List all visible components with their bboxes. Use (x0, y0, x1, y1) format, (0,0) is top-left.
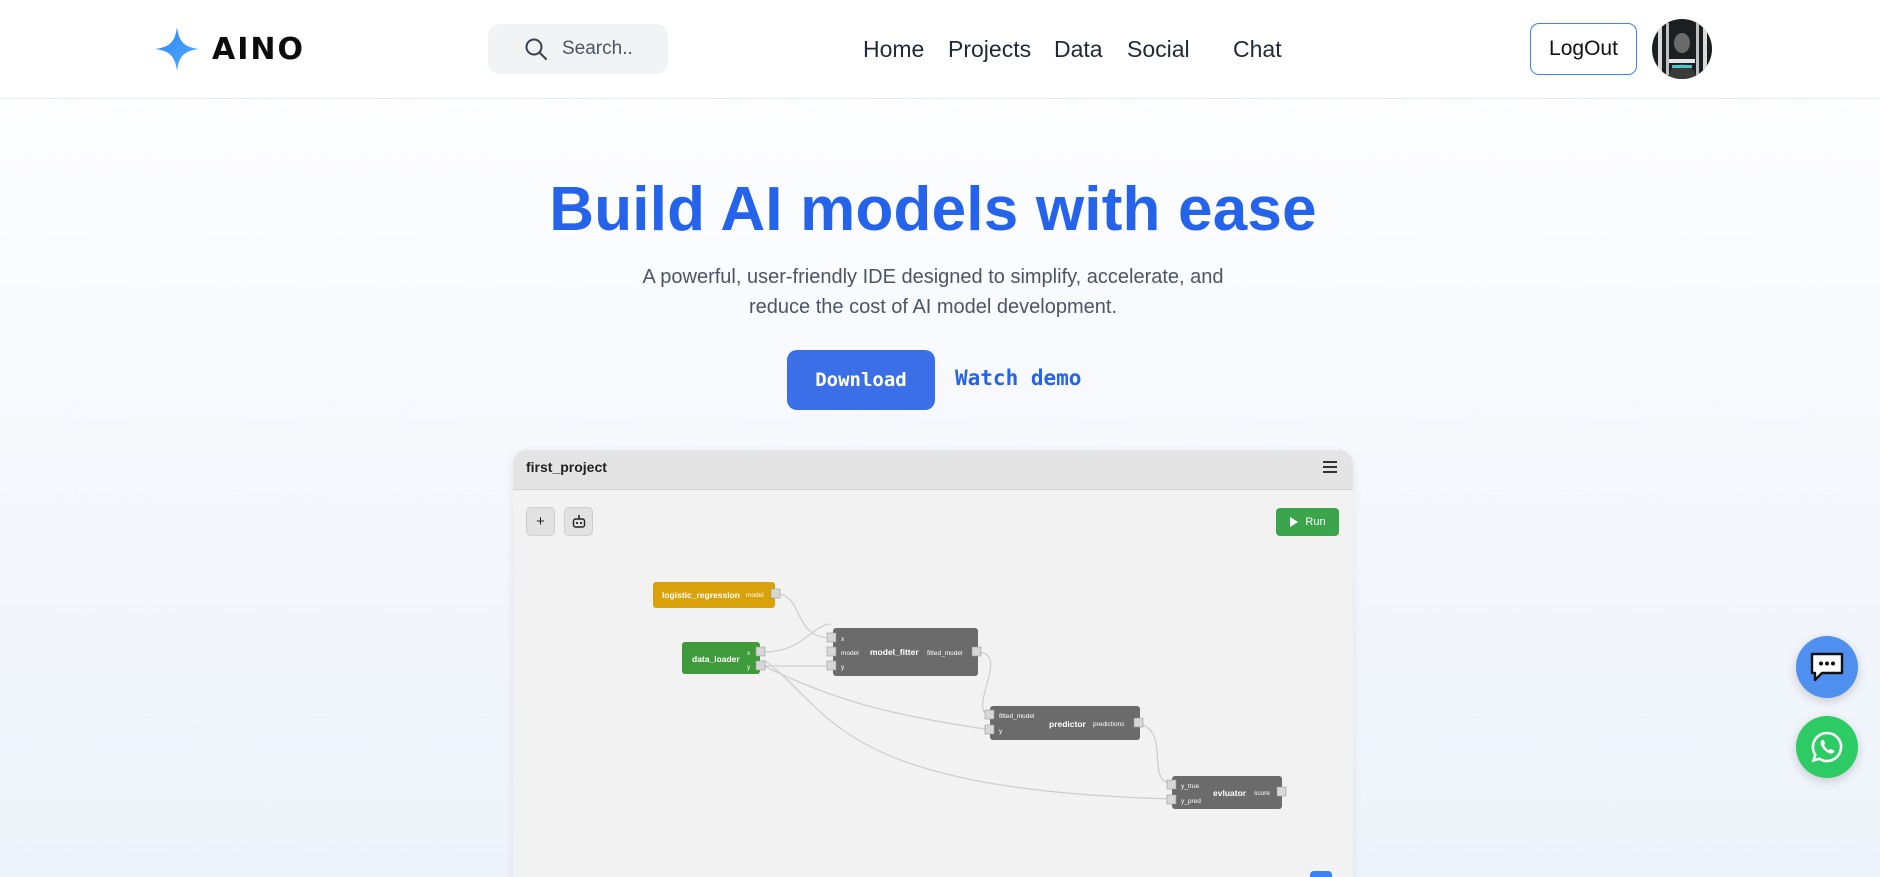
node-title: model_fitter (870, 647, 919, 657)
output-port[interactable] (755, 660, 766, 671)
port-label: score (1254, 790, 1270, 797)
port-label: y_true (1181, 783, 1199, 790)
brand-logo[interactable]: AINO (154, 26, 305, 72)
output-port[interactable] (755, 646, 766, 657)
port-label: model (841, 650, 859, 657)
nav-home[interactable]: Home (863, 36, 924, 66)
nav-social[interactable]: Social (1127, 36, 1190, 66)
chat-bubble-icon (1810, 652, 1844, 682)
top-navbar: AINO Search.. Home Projects Data Social … (0, 0, 1880, 99)
port-label: model (746, 592, 764, 599)
search-placeholder: Search.. (562, 38, 633, 59)
input-port[interactable] (826, 660, 837, 671)
port-label: fitted_model (927, 650, 963, 657)
input-port[interactable] (826, 646, 837, 657)
nav-projects[interactable]: Projects (948, 36, 1031, 66)
hero-title: Build AI models with ease (549, 175, 1317, 244)
hero-subtitle-line-1: A powerful, user-friendly IDE designed t… (642, 266, 1224, 288)
node-title: predictor (1049, 719, 1087, 729)
logout-button[interactable]: LogOut (1530, 23, 1637, 75)
node-predictor[interactable]: fitted_model y predictor predictions (984, 706, 1144, 740)
hero-subtitle-line-2: reduce the cost of AI model development. (749, 296, 1117, 318)
watch-demo-link[interactable]: Watch demo (955, 366, 1081, 396)
search-input[interactable]: Search.. (488, 24, 668, 74)
download-button[interactable]: Download (787, 350, 935, 410)
ide-preview: first_project + Run logistic_regression … (513, 450, 1353, 877)
input-port[interactable] (1166, 794, 1177, 805)
output-port[interactable] (971, 646, 982, 657)
input-port[interactable] (1166, 779, 1177, 790)
hero-subtitle: A powerful, user-friendly IDE designed t… (633, 262, 1233, 322)
input-port[interactable] (826, 632, 837, 643)
node-model-fitter[interactable]: x model y model_fitter fitted_model (826, 628, 982, 676)
output-port[interactable] (770, 588, 781, 599)
minimap-toggle[interactable] (1310, 871, 1332, 877)
whatsapp-icon (1811, 731, 1843, 763)
nav-chat[interactable]: Chat (1233, 36, 1282, 66)
node-logistic-regression[interactable]: logistic_regression model (653, 582, 781, 608)
search-icon (525, 38, 547, 60)
node-title: logistic_regression (662, 590, 740, 600)
chat-fab[interactable] (1796, 636, 1858, 698)
brand-name: AINO (212, 31, 305, 67)
output-port[interactable] (1276, 786, 1287, 797)
input-port[interactable] (984, 724, 995, 735)
avatar[interactable] (1652, 19, 1712, 79)
node-evaluator[interactable]: y_true y_pred evluator score (1166, 776, 1287, 809)
node-data-loader[interactable]: data_loader x y (682, 642, 766, 674)
output-port[interactable] (1133, 717, 1144, 728)
avatar-image (1652, 19, 1712, 79)
port-label: predictions (1093, 721, 1125, 728)
whatsapp-fab[interactable] (1796, 716, 1858, 778)
node-graph: logistic_regression model data_loader x … (653, 582, 1287, 809)
port-label: fitted_model (999, 713, 1035, 720)
graph-edges (763, 593, 1175, 800)
aino-star-logo (155, 27, 199, 71)
node-title: evluator (1213, 788, 1247, 798)
port-label: y_pred (1181, 798, 1201, 805)
input-port[interactable] (984, 709, 995, 720)
node-title: data_loader (692, 654, 740, 664)
nav-data[interactable]: Data (1054, 36, 1103, 66)
